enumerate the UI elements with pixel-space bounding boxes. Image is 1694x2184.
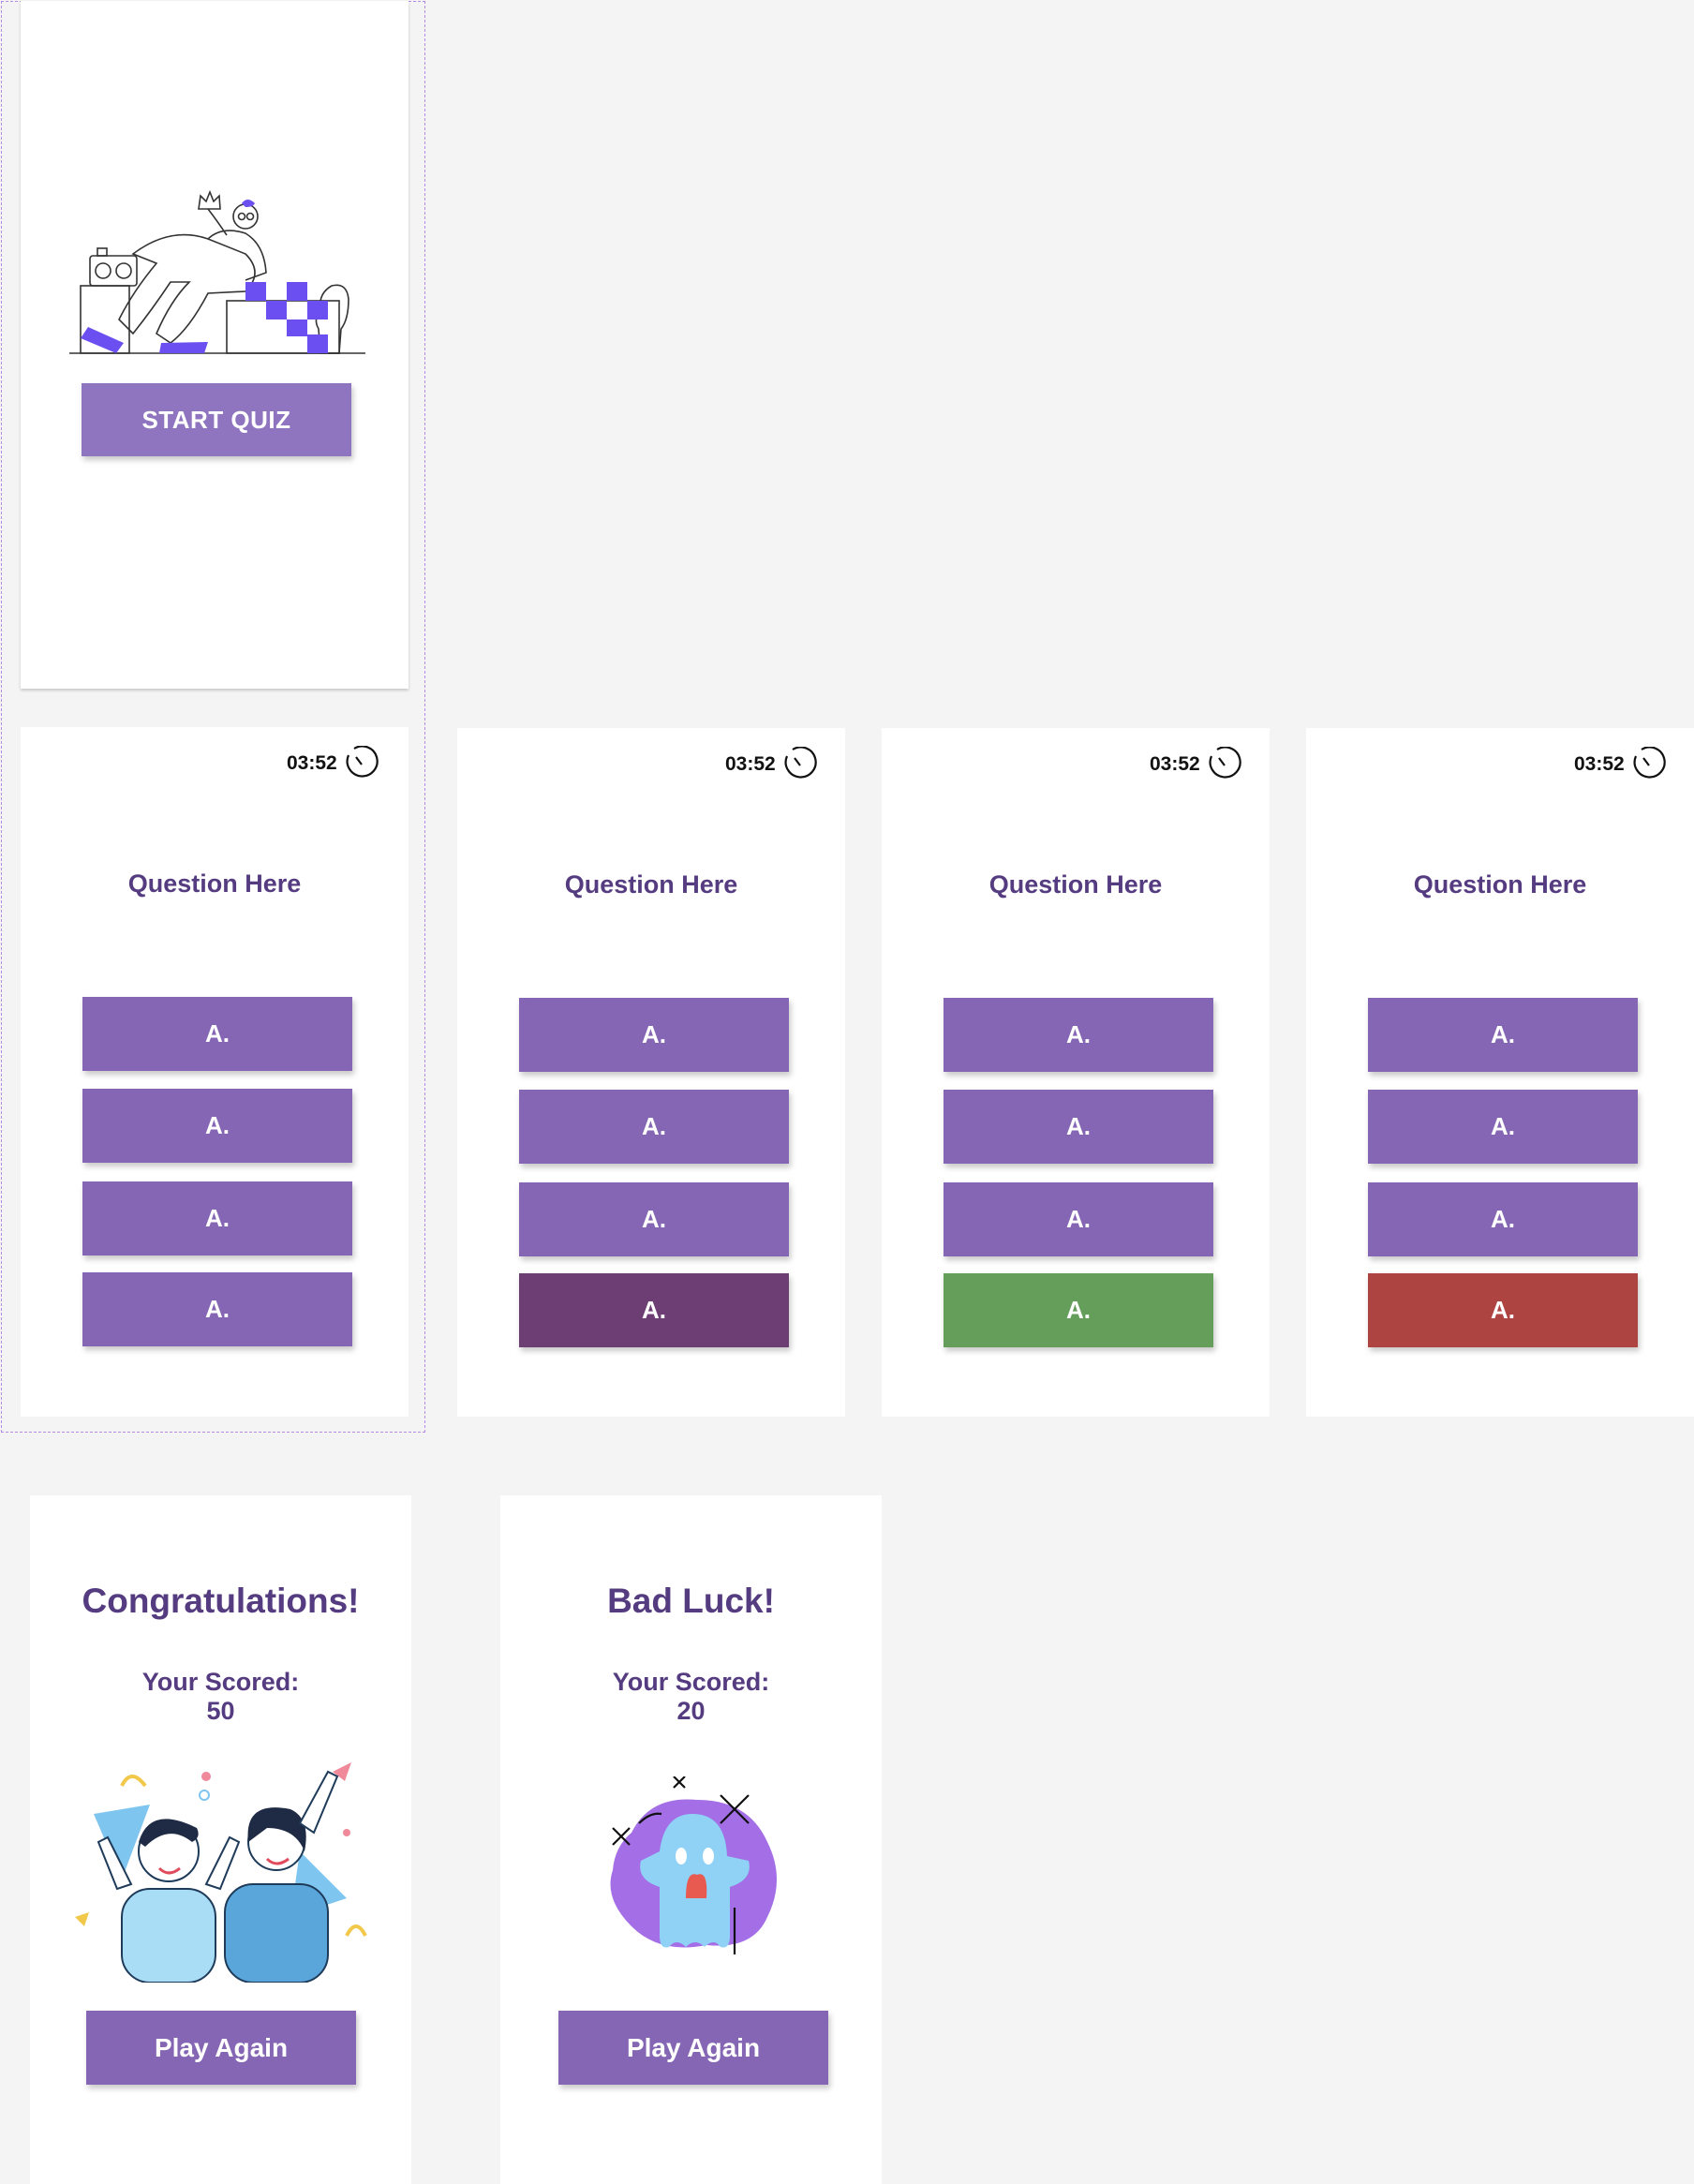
stopwatch-icon xyxy=(1633,747,1666,779)
stopwatch-icon xyxy=(1209,747,1241,779)
answer-button[interactable]: A. xyxy=(944,998,1213,1072)
timer: 03:52 xyxy=(1150,747,1241,782)
question-text: Question Here xyxy=(127,869,302,898)
score-label: Your Scored: xyxy=(141,1668,300,1696)
result-screen-win: Congratulations! Your Scored: 50 Play Ag… xyxy=(30,1495,411,2184)
timer-text: 03:52 xyxy=(1574,753,1625,775)
stopwatch-icon xyxy=(784,747,817,779)
score-label: Your Scored: xyxy=(612,1668,770,1696)
question-text: Question Here xyxy=(988,870,1163,899)
celebration-illustration xyxy=(75,1762,367,1983)
question-screen-default: 03:52 Question Here A. A. A. A. xyxy=(21,727,409,1417)
timer: 03:52 xyxy=(287,746,379,781)
answer-button[interactable]: A. xyxy=(519,1182,789,1256)
answer-button[interactable]: A. xyxy=(82,1089,352,1163)
timer-text: 03:52 xyxy=(725,753,776,775)
start-screen: START QUIZ xyxy=(21,1,409,689)
result-screen-lose: Bad Luck! Your Scored: 20 Play Again xyxy=(500,1495,882,2184)
result-title: Bad Luck! xyxy=(607,1582,775,1620)
answer-button[interactable]: A. xyxy=(82,1272,352,1346)
question-screen-wrong: 03:52 Question Here A. A. A. A. xyxy=(1306,728,1694,1417)
timer: 03:52 xyxy=(1574,747,1666,782)
answer-button[interactable]: A. xyxy=(519,998,789,1072)
answer-button-selected[interactable]: A. xyxy=(519,1273,789,1347)
answer-button[interactable]: A. xyxy=(82,1181,352,1255)
question-text: Question Here xyxy=(564,870,738,899)
answer-button[interactable]: A. xyxy=(82,997,352,1071)
score-value: 50 xyxy=(206,1697,235,1725)
timer-text: 03:52 xyxy=(1150,753,1200,775)
ghost-illustration xyxy=(610,1776,777,1954)
score-value: 20 xyxy=(676,1697,706,1725)
answer-button[interactable]: A. xyxy=(1368,1090,1638,1164)
answer-button-wrong[interactable]: A. xyxy=(1368,1273,1638,1347)
answer-button-correct[interactable]: A. xyxy=(944,1273,1213,1347)
answer-button[interactable]: A. xyxy=(1368,1182,1638,1256)
result-title: Congratulations! xyxy=(82,1582,360,1620)
answer-button[interactable]: A. xyxy=(519,1090,789,1164)
timer: 03:52 xyxy=(725,747,817,782)
play-again-button[interactable]: Play Again xyxy=(86,2011,356,2085)
question-screen-correct: 03:52 Question Here A. A. A. A. xyxy=(882,728,1270,1417)
chess-player-illustration xyxy=(69,189,365,354)
answer-button[interactable]: A. xyxy=(944,1090,1213,1164)
timer-text: 03:52 xyxy=(287,752,337,774)
start-quiz-button[interactable]: START QUIZ xyxy=(82,383,351,456)
question-text: Question Here xyxy=(1413,870,1587,899)
answer-button[interactable]: A. xyxy=(1368,998,1638,1072)
answer-button[interactable]: A. xyxy=(944,1182,1213,1256)
question-screen-selected: 03:52 Question Here A. A. A. A. xyxy=(457,728,845,1417)
stopwatch-icon xyxy=(346,746,379,778)
play-again-button[interactable]: Play Again xyxy=(558,2011,828,2085)
